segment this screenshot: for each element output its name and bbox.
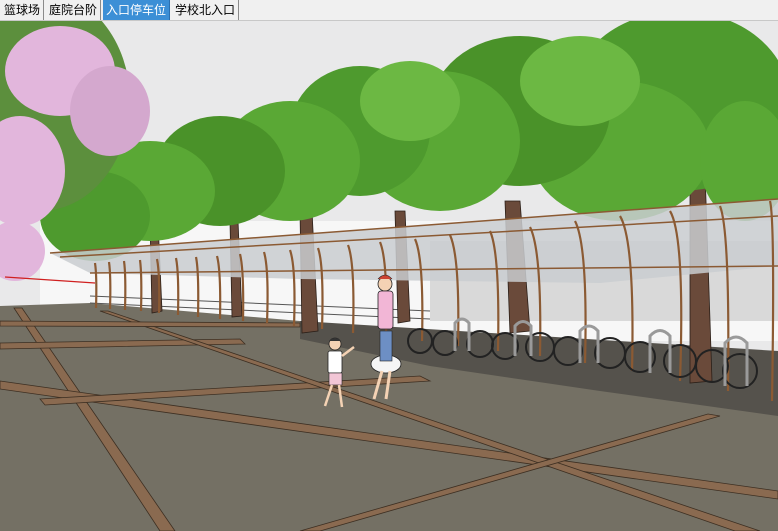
tab-basketball-court[interactable]: 篮球场 (0, 0, 45, 20)
tab-entrance-parking[interactable]: 入口停车位 (103, 0, 171, 20)
tab-school-north-entrance[interactable]: 学校北入口 (172, 0, 240, 20)
scene-tab-bar: 篮球场 庭院台阶 入口停车位 学校北入口 (0, 0, 778, 21)
sketchup-window: 篮球场 庭院台阶 入口停车位 学校北入口 (0, 0, 778, 531)
scene-render (0, 21, 778, 531)
model-viewport[interactable] (0, 21, 778, 531)
tab-courtyard-steps[interactable]: 庭院台阶 (46, 0, 102, 20)
